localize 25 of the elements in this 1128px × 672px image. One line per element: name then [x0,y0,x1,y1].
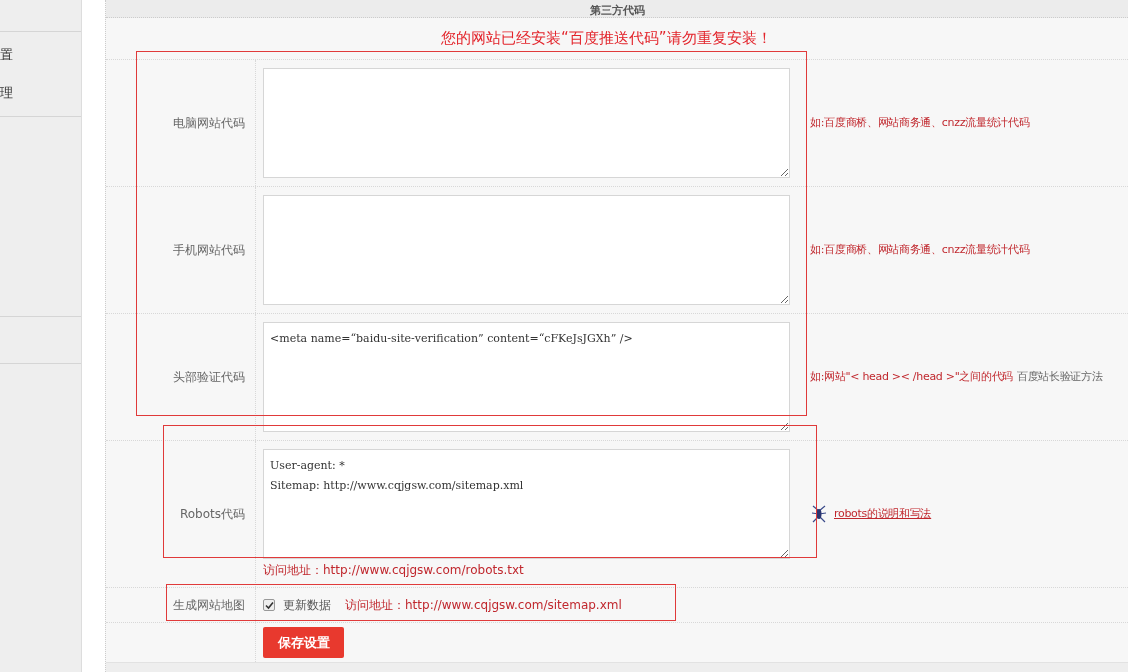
code-textarea[interactable]: <meta name=“baidu-site-verification” content=“cFKeJsJGXh” /> [263,322,790,432]
warning-notice: 您的网站已经安装“百度推送代码”请勿重复安装！ [441,28,772,50]
save-button[interactable]: 保存设置 [263,627,344,658]
sidebar-item[interactable]: 置 [0,45,13,65]
field-hint: 如:百度商桥、网站商务通、cnzz流量统计代码 [810,114,1030,131]
access-address: 访问地址：http://www.cqjgsw.com/robots.txt [263,562,525,579]
field-hint: 如:网站"< head >< /head >"之间的代码 [810,368,1013,385]
check-icon [264,600,274,610]
sidebar-item[interactable]: 理 [0,83,13,103]
code-textarea[interactable] [263,68,790,178]
field-label: Robots代码 [179,506,245,523]
help-link[interactable]: robots的说明和写法 [834,505,936,523]
help-link[interactable]: 百度站长验证方法 [1016,368,1103,386]
section-title: 第三方代码 [589,5,645,17]
field-label: 电脑网站代码 [173,115,245,132]
field-label: 生成网站地图 [173,597,245,614]
checkbox-label: 更新数据 [283,597,331,614]
code-textarea[interactable]: User-agent: * Sitemap: http://www.cqjgsw.com/sitemap.xml [263,449,790,559]
field-label: 头部验证代码 [173,369,245,386]
code-textarea[interactable] [263,195,790,305]
spider-icon [810,505,828,523]
field-hint: 如:百度商桥、网站商务通、cnzz流量统计代码 [810,241,1030,258]
checkbox[interactable] [263,599,275,611]
field-label: 手机网站代码 [173,242,245,259]
access-address: 访问地址：http://www.cqjgsw.com/sitemap.xml [345,597,622,614]
